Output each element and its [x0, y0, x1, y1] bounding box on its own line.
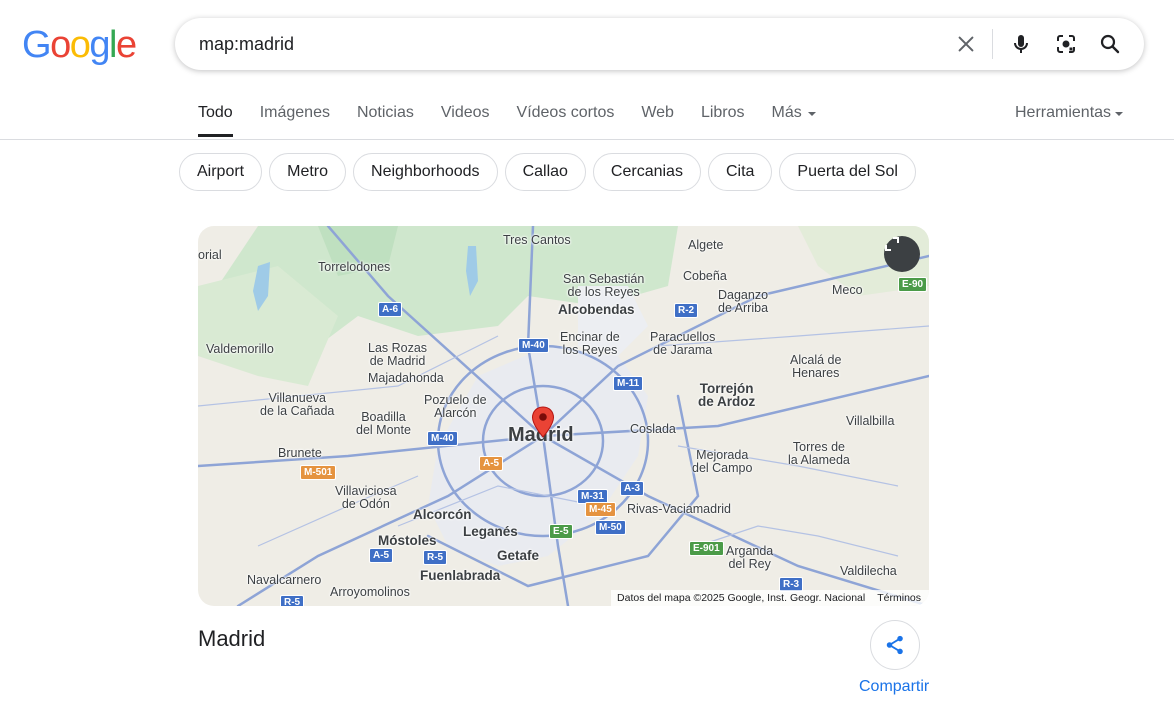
- road-shield: A-5: [479, 456, 504, 471]
- map-label: Villalbilla: [846, 414, 895, 428]
- map-label: Meco: [832, 283, 863, 297]
- share-button[interactable]: [870, 620, 920, 670]
- clear-icon[interactable]: [953, 31, 979, 57]
- logo-letter: o: [50, 24, 71, 66]
- refinement-chips: Airport Metro Neighborhoods Callao Cerca…: [179, 153, 923, 191]
- tab-web[interactable]: Web: [641, 104, 674, 137]
- road-shield: E-901: [689, 541, 724, 556]
- map-label: Boadilla del Monte: [356, 410, 411, 437]
- map-label: Alcalá de Henares: [790, 353, 842, 380]
- tab-mas[interactable]: Más: [772, 104, 818, 137]
- map-label: Arroyomolinos: [330, 585, 410, 599]
- map-label: Torrelodones: [318, 260, 391, 274]
- map-attribution-text: Datos del mapa ©2025 Google, Inst. Geogr…: [617, 592, 866, 604]
- road-shield: R-5: [280, 595, 305, 606]
- google-logo[interactable]: Google: [22, 24, 137, 66]
- chip-puerta-del-sol[interactable]: Puerta del Sol: [779, 153, 916, 191]
- map-label: Tres Cantos: [503, 233, 571, 247]
- chip-callao[interactable]: Callao: [504, 153, 586, 191]
- tools-menu[interactable]: Herramientas: [1015, 104, 1125, 122]
- map-label: Las Rozas de Madrid: [368, 341, 428, 368]
- tab-mas-label: Más: [771, 104, 802, 121]
- chip-cercanias[interactable]: Cercanias: [592, 153, 701, 191]
- road-shield: M-11: [613, 376, 644, 391]
- camera-lens-icon[interactable]: [1053, 31, 1079, 57]
- logo-letter: G: [22, 24, 52, 66]
- map-label: Fuenlabrada: [420, 568, 501, 583]
- map-label: Arganda del Rey: [726, 544, 774, 571]
- map-label: Alcobendas: [558, 302, 635, 317]
- tab-videos-cortos[interactable]: Vídeos cortos: [517, 104, 615, 137]
- road-shield: R-2: [674, 303, 699, 318]
- tab-videos[interactable]: Videos: [441, 104, 490, 137]
- map-label: Navalcarnero: [247, 573, 322, 587]
- road-shield: A-5: [369, 548, 394, 563]
- map-label: Villanueva de la Cañada: [260, 391, 335, 418]
- expand-icon: [885, 237, 899, 251]
- share-label[interactable]: Compartir: [859, 678, 929, 696]
- map-label: Brunete: [278, 446, 322, 460]
- logo-letter: l: [108, 24, 117, 66]
- road-shield: E-90: [898, 277, 928, 292]
- map-label: Valdemorillo: [206, 342, 274, 356]
- logo-letter: o: [69, 24, 91, 66]
- map-label: Cobeña: [683, 269, 727, 283]
- road-shield: M-50: [595, 520, 626, 535]
- search-input[interactable]: map:madrid: [199, 34, 294, 55]
- chip-airport[interactable]: Airport: [179, 153, 263, 191]
- tools-label: Herramientas: [1015, 104, 1112, 121]
- map-label: Encinar de los Reyes: [560, 330, 620, 357]
- caret-down-icon: [1115, 112, 1124, 116]
- map-label: Villaviciosa de Odón: [335, 484, 397, 511]
- map-label: Alcorcón: [413, 507, 472, 522]
- map-label: Torres de la Alameda: [788, 440, 850, 467]
- road-shield: A-6: [378, 302, 403, 317]
- location-pin-icon: [531, 406, 555, 438]
- map-label: Daganzo de Arriba: [718, 288, 769, 315]
- road-shield: M-40: [427, 431, 458, 446]
- caret-down-icon: [807, 112, 816, 116]
- search-box[interactable]: map:madrid: [175, 18, 1144, 70]
- road-shield: M-45: [585, 502, 616, 517]
- logo-letter: g: [89, 24, 110, 66]
- share-icon: [886, 635, 903, 655]
- map-label: Valdilecha: [840, 564, 897, 578]
- search-icon[interactable]: [1097, 31, 1123, 57]
- map-label: San Sebastián de los Reyes: [563, 272, 645, 299]
- road-shield: M-40: [518, 338, 549, 353]
- map-label: orial: [198, 248, 222, 262]
- map-label: Algete: [688, 238, 724, 252]
- tab-noticias[interactable]: Noticias: [357, 104, 414, 137]
- map-label: Paracuellos de Jarama: [650, 330, 716, 357]
- place-title: Madrid: [198, 626, 266, 651]
- map-label: Torrejón de Ardoz: [698, 381, 756, 409]
- expand-map-button[interactable]: [884, 236, 920, 272]
- road-shield: M-501: [300, 465, 337, 480]
- search-divider: [992, 29, 993, 59]
- microphone-icon[interactable]: [1008, 31, 1034, 57]
- chip-cita[interactable]: Cita: [707, 153, 773, 191]
- logo-letter: e: [115, 24, 137, 66]
- tab-libros[interactable]: Libros: [701, 104, 745, 137]
- chip-metro[interactable]: Metro: [269, 153, 347, 191]
- map-view[interactable]: Tres Cantos Algete orial Torrelodones Sa…: [198, 226, 929, 606]
- map-label: Móstoles: [378, 533, 437, 548]
- tab-imagenes[interactable]: Imágenes: [260, 104, 330, 137]
- map-label: Getafe: [497, 548, 540, 563]
- tabs-divider: [0, 139, 1174, 140]
- map-label: Pozuelo de Alarcón: [424, 393, 487, 420]
- map-label: Majadahonda: [368, 371, 444, 385]
- road-shield: E-5: [549, 524, 573, 539]
- map-label: Mejorada del Campo: [692, 448, 753, 475]
- tab-todo[interactable]: Todo: [198, 104, 233, 137]
- chip-neighborhoods[interactable]: Neighborhoods: [353, 153, 498, 191]
- search-tabs: Todo Imágenes Noticias Videos Vídeos cor…: [198, 104, 845, 137]
- map-attribution: Datos del mapa ©2025 Google, Inst. Geogr…: [611, 590, 929, 606]
- map-label: Coslada: [630, 422, 676, 436]
- map-label: Leganés: [463, 524, 518, 539]
- road-shield: R-5: [423, 550, 448, 565]
- map-label: Rivas-Vaciamadrid: [627, 502, 731, 516]
- road-shield: A-3: [620, 481, 645, 496]
- map-terms-link[interactable]: Términos: [877, 592, 921, 604]
